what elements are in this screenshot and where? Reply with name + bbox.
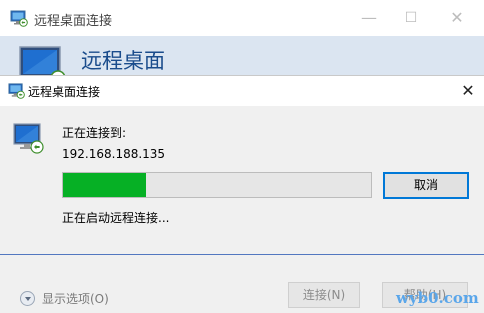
show-options-label[interactable]: 显示选项(O) xyxy=(42,290,109,307)
connecting-to-label: 正在连接到: xyxy=(62,126,127,140)
dialog-titlebar: 远程桌面连接 ✕ xyxy=(0,76,484,106)
close-icon[interactable]: ✕ xyxy=(452,76,484,106)
connection-progress-bar xyxy=(62,172,372,198)
remote-desktop-monitor-icon xyxy=(13,123,44,154)
cancel-button[interactable]: 取消 xyxy=(383,172,469,199)
main-window-banner: 远程桌面 xyxy=(0,36,484,76)
remote-desktop-icon xyxy=(10,10,28,27)
connecting-dialog: 远程桌面连接 ✕ 正在连接到: 192.168.188.135 取消 正在启动远… xyxy=(0,75,484,255)
maximize-icon[interactable]: ☐ xyxy=(388,0,434,36)
banner-title: 远程桌面 xyxy=(81,49,165,73)
main-window-titlebar: 远程桌面连接 — ☐ ✕ xyxy=(0,0,484,36)
close-icon[interactable]: ✕ xyxy=(434,0,480,36)
remote-address: 192.168.188.135 xyxy=(62,147,166,161)
minimize-icon[interactable]: — xyxy=(346,0,392,36)
watermark: wyb0.com xyxy=(396,289,479,307)
dialog-title: 远程桌面连接 xyxy=(28,85,101,99)
connection-progress-fill xyxy=(63,173,147,197)
connection-status-text: 正在启动远程连接... xyxy=(62,211,170,225)
connect-button[interactable]: 连接(N) xyxy=(288,282,360,308)
main-window-title: 远程桌面连接 xyxy=(34,14,113,29)
remote-desktop-icon xyxy=(8,83,25,99)
chevron-down-icon[interactable] xyxy=(20,290,35,306)
remote-desktop-monitor-icon xyxy=(19,46,66,76)
show-options-toggle[interactable]: 显示选项(O) xyxy=(20,288,109,308)
